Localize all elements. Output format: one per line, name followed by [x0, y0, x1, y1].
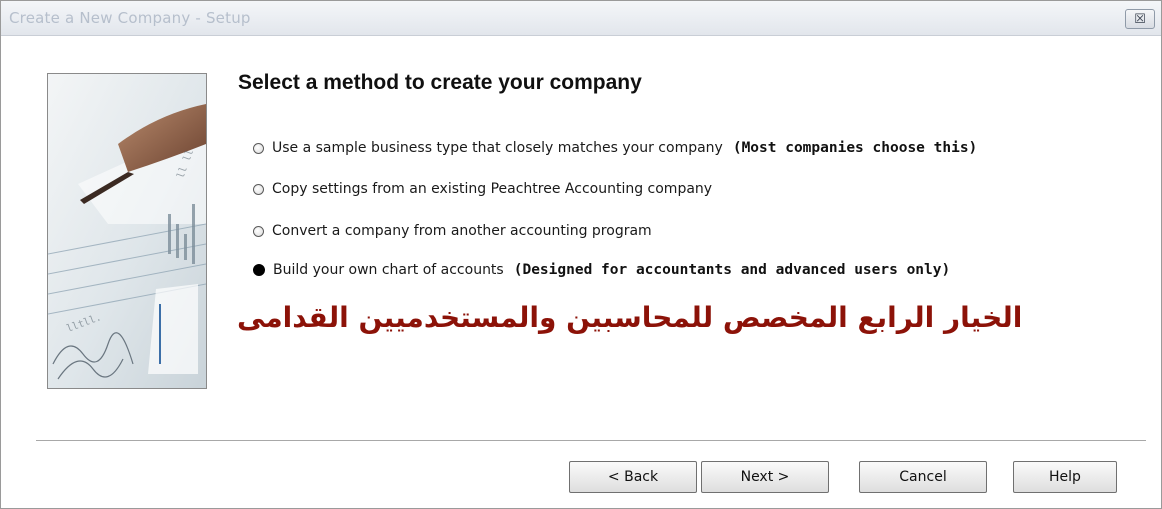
option-label: Convert a company from another accountin… — [272, 223, 652, 239]
option-label: Copy settings from an existing Peachtree… — [272, 181, 713, 197]
option-sample-business[interactable]: Use a sample business type that closely … — [253, 137, 977, 159]
next-button[interactable]: Next > — [701, 461, 829, 493]
close-button[interactable]: ☒ — [1125, 9, 1155, 29]
cancel-button[interactable]: Cancel — [859, 461, 987, 493]
footer-divider — [36, 440, 1146, 442]
option-build-chart[interactable]: Build your own chart of accounts (Design… — [253, 259, 950, 281]
radio-button-selected[interactable] — [253, 264, 265, 276]
option-label: Use a sample business type that closely … — [272, 140, 723, 156]
option-copy-settings[interactable]: Copy settings from an existing Peachtree… — [253, 178, 712, 200]
back-button[interactable]: < Back — [569, 461, 697, 493]
title-bar: Create a New Company - Setup ☒ — [1, 1, 1161, 36]
help-button[interactable]: Help — [1013, 461, 1117, 493]
close-icon: ☒ — [1134, 11, 1146, 27]
option-convert-company[interactable]: Convert a company from another accountin… — [253, 220, 652, 242]
option-label: Build your own chart of accounts — [273, 262, 504, 278]
window-title: Create a New Company - Setup — [9, 9, 251, 27]
page-heading: Select a method to create your company — [238, 71, 642, 94]
radio-button[interactable] — [253, 142, 264, 154]
arabic-annotation: الخيار الرابع المخصص للمحاسبين والمستخدم… — [237, 301, 1023, 334]
pen-and-chart-illustration: lltll. ll ll — [48, 74, 206, 388]
decorative-side-image: lltll. ll ll — [47, 73, 207, 389]
setup-dialog: Create a New Company - Setup ☒ lltll. ll… — [0, 0, 1162, 509]
radio-button[interactable] — [253, 225, 264, 237]
option-note: (Designed for accountants and advanced u… — [513, 262, 951, 278]
option-note: (Most companies choose this) — [732, 140, 978, 156]
radio-button[interactable] — [253, 183, 264, 195]
